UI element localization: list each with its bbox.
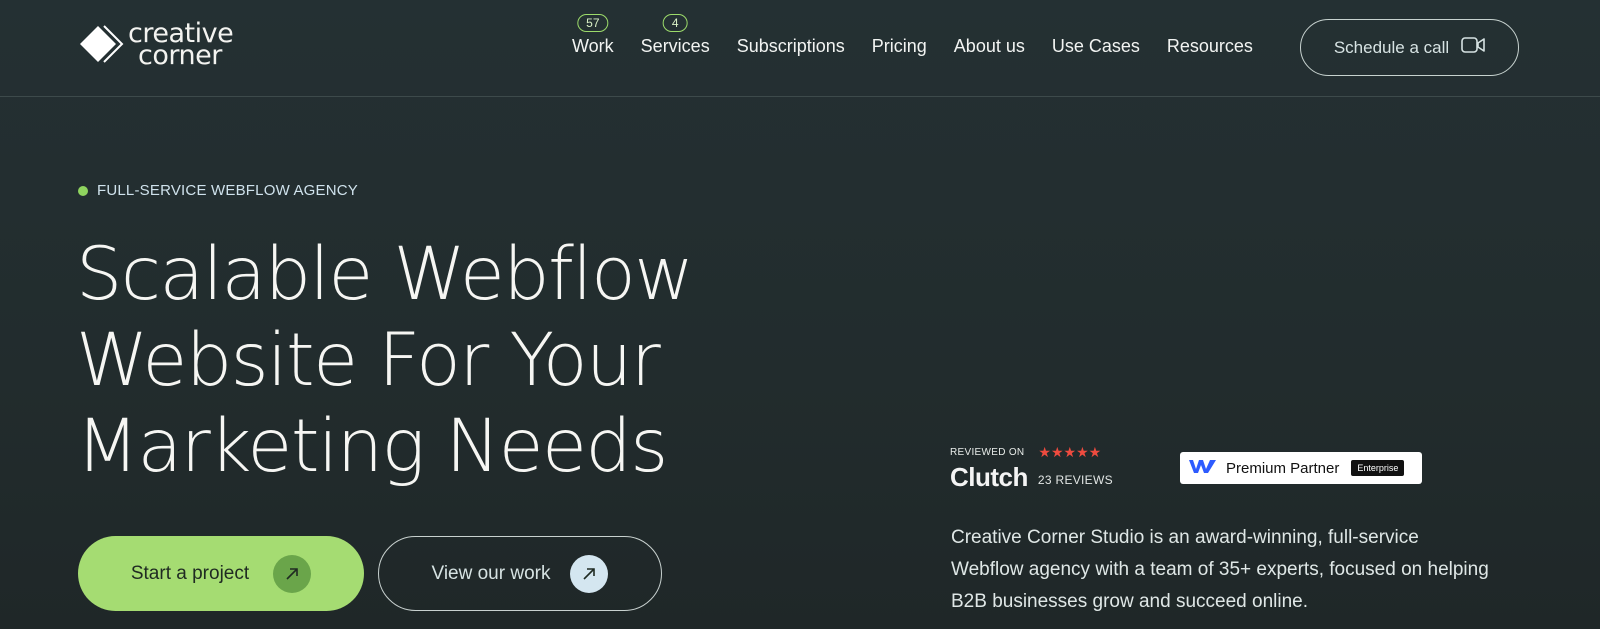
agency-description: Creative Corner Studio is an award-winni… — [951, 527, 1489, 612]
brand-line-2: corner — [138, 40, 222, 71]
main-nav: 57 Work 4 Services Subscriptions Pricing… — [572, 14, 1280, 57]
nav-item-services[interactable]: 4 Services — [640, 14, 710, 57]
site-header: creative corner 57 Work 4 Services Subsc… — [0, 0, 1600, 97]
webflow-logo-icon — [1188, 457, 1218, 480]
schedule-call-label: Schedule a call — [1333, 37, 1450, 57]
clutch-top-row: REVIEWED ON ★★★★★ — [950, 444, 1113, 461]
clutch-review-count: 23 REVIEWS — [1037, 473, 1113, 487]
headline-line-2: Website For Your — [76, 318, 661, 403]
brand-wordmark: creative corner — [128, 20, 234, 71]
nav-item-subscriptions[interactable]: Subscriptions — [737, 36, 845, 57]
nav-label: Pricing — [871, 36, 927, 56]
nav-label: Resources — [1166, 36, 1253, 56]
view-work-button[interactable]: View our work — [378, 536, 662, 611]
video-camera-icon — [1461, 36, 1485, 59]
nav-item-resources[interactable]: Resources — [1167, 36, 1253, 57]
nav-item-about-us[interactable]: About us — [954, 36, 1025, 57]
nav-label: Services — [640, 36, 710, 56]
enterprise-badge: Enterprise — [1351, 460, 1405, 476]
star-rating-icon: ★★★★★ — [1038, 444, 1102, 460]
eyebrow-text: FULL-SERVICE WEBFLOW AGENCY — [97, 182, 359, 199]
webflow-partner-badge[interactable]: Premium Partner Enterprise — [1180, 452, 1422, 484]
services-count-badge: 4 — [662, 14, 688, 32]
green-dot-icon — [78, 185, 88, 196]
nav-label: About us — [953, 36, 1025, 56]
nav-label: Work — [572, 36, 614, 56]
clutch-review-badge[interactable]: REVIEWED ON ★★★★★ Clutch 23 REVIEWS — [950, 444, 1113, 491]
work-count-badge: 57 — [577, 14, 609, 32]
arrow-up-right-icon — [570, 554, 609, 593]
arrow-up-right-icon — [273, 554, 312, 593]
reviewed-on-text: REVIEWED ON — [950, 447, 1025, 458]
diamond-logo-icon — [78, 22, 124, 68]
schedule-call-button[interactable]: Schedule a call — [1300, 19, 1519, 76]
headline-line-3: Marketing Needs — [76, 404, 668, 489]
start-project-button[interactable]: Start a project — [78, 536, 364, 611]
clutch-bottom-row: Clutch 23 REVIEWS — [950, 463, 1113, 491]
nav-item-work[interactable]: 57 Work — [572, 14, 614, 57]
hero-eyebrow: FULL-SERVICE WEBFLOW AGENCY — [78, 182, 358, 199]
nav-item-pricing[interactable]: Pricing — [872, 36, 927, 57]
partner-label: Premium Partner — [1226, 459, 1340, 477]
nav-label: Subscriptions — [736, 36, 845, 56]
headline-line-1: Scalable Webflow — [76, 232, 694, 317]
hero-headline: Scalable Webflow Website For Your Market… — [76, 232, 796, 490]
brand-logo[interactable]: creative corner — [78, 20, 234, 71]
nav-item-use-cases[interactable]: Use Cases — [1052, 36, 1140, 57]
clutch-logo: Clutch — [950, 462, 1028, 492]
view-work-label: View our work — [431, 562, 551, 584]
start-project-label: Start a project — [130, 562, 250, 584]
nav-label: Use Cases — [1051, 36, 1140, 56]
